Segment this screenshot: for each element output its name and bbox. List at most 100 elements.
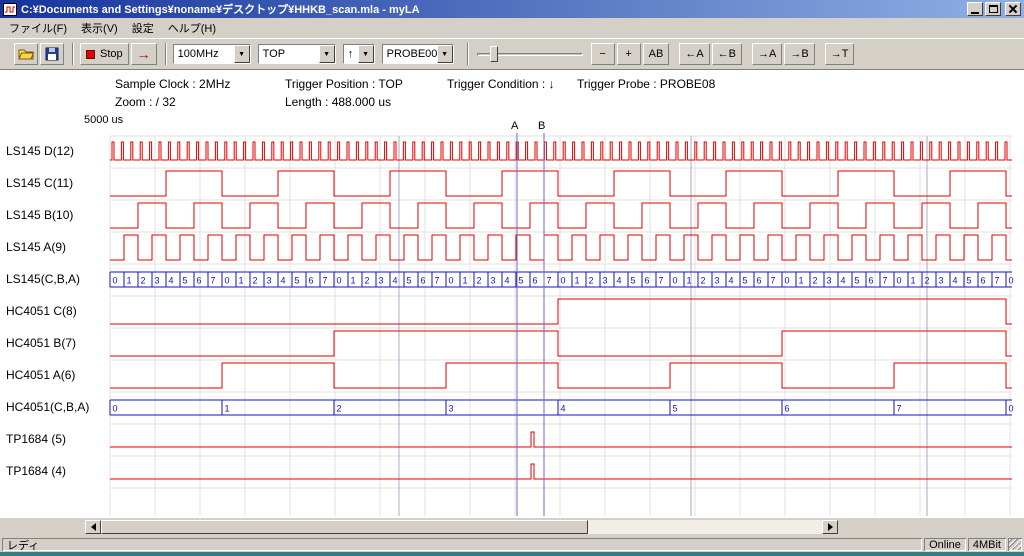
- ab-span-button[interactable]: AB: [643, 43, 670, 65]
- status-bar: レディ Online 4MBit: [0, 537, 1024, 552]
- status-message: レディ: [2, 538, 922, 551]
- bus-value: 6: [981, 276, 986, 286]
- channel-label: LS145 D(12): [6, 144, 74, 158]
- bus-value: 5: [673, 404, 678, 414]
- status-memory: 4MBit: [968, 538, 1006, 551]
- resize-grip[interactable]: [1008, 538, 1022, 551]
- cursor-a-left-button[interactable]: ←A: [679, 43, 709, 65]
- status-online: Online: [924, 538, 966, 551]
- bus-value: 3: [603, 276, 608, 286]
- trigger-edge-combo[interactable]: ↑ ▼: [343, 44, 375, 64]
- bus-value: 1: [575, 276, 580, 286]
- bus-value: 0: [113, 404, 118, 414]
- bus-value: 0: [561, 276, 566, 286]
- bus-value: 2: [813, 276, 818, 286]
- channel-label-column: LS145 D(12) LS145 C(11) LS145 B(10) LS145 A…: [0, 70, 107, 518]
- scrollbar-thumb[interactable]: [101, 520, 588, 534]
- run-button[interactable]: →: [131, 43, 157, 65]
- bus-value: 1: [463, 276, 468, 286]
- close-button[interactable]: [1005, 2, 1021, 16]
- chevron-down-icon[interactable]: ▼: [319, 45, 335, 63]
- cursor-a-label[interactable]: A: [511, 120, 518, 132]
- menu-settings[interactable]: 設定: [125, 18, 161, 38]
- title-bar[interactable]: C:¥Documents and Settings¥noname¥デスクトップ¥…: [0, 0, 1024, 18]
- bus-value: 4: [393, 276, 398, 286]
- bus-value: 4: [617, 276, 622, 286]
- bus-value: 2: [589, 276, 594, 286]
- bus-value: 6: [757, 276, 762, 286]
- trigger-probe-value: PROBE00: [383, 45, 437, 63]
- bus-value: 0: [225, 276, 230, 286]
- trigger-position-combo[interactable]: TOP ▼: [258, 44, 336, 64]
- zoom-in-button[interactable]: +: [617, 43, 641, 65]
- open-button[interactable]: [14, 43, 38, 65]
- menu-help[interactable]: ヘルプ(H): [161, 18, 223, 38]
- goto-trigger-button[interactable]: →T: [825, 43, 855, 65]
- channel-label: LS145 B(10): [6, 208, 73, 222]
- menu-bar: ファイル(F) 表示(V) 設定 ヘルプ(H): [0, 18, 1024, 38]
- cursor-a-right-button[interactable]: →A: [752, 43, 782, 65]
- sampling-rate-value: 100MHz: [174, 45, 234, 63]
- horizontal-scrollbar[interactable]: [85, 520, 838, 534]
- toolbar-separator: [467, 43, 469, 65]
- bus-value: 5: [407, 276, 412, 286]
- waveform-trace: [110, 142, 1012, 160]
- bus-value: 1: [687, 276, 692, 286]
- scroll-left-button[interactable]: [85, 520, 101, 534]
- bus-value: 3: [379, 276, 384, 286]
- bus-value: 0: [113, 276, 118, 286]
- stop-button[interactable]: Stop: [80, 43, 129, 65]
- cursor-b-left-button[interactable]: ←B: [712, 43, 742, 65]
- bus-value: 0: [673, 276, 678, 286]
- bus-value: 6: [869, 276, 874, 286]
- bus-value: 2: [337, 404, 342, 414]
- bus-value: 0: [1009, 276, 1014, 286]
- chevron-down-icon[interactable]: ▼: [358, 45, 374, 63]
- bus-value: 7: [883, 276, 888, 286]
- save-button[interactable]: [40, 43, 64, 65]
- bus-value: 6: [197, 276, 202, 286]
- maximize-button[interactable]: [985, 2, 1001, 16]
- chevron-down-icon[interactable]: ▼: [437, 45, 453, 63]
- stop-button-label: Stop: [100, 48, 123, 60]
- zoom-out-button[interactable]: −: [591, 43, 615, 65]
- menu-view[interactable]: 表示(V): [74, 18, 125, 38]
- minimize-button[interactable]: [967, 2, 983, 16]
- cursor-b-label[interactable]: B: [538, 120, 545, 132]
- bus-value: 7: [771, 276, 776, 286]
- bus-value: 2: [141, 276, 146, 286]
- minimize-icon: [971, 12, 979, 14]
- waveform-canvas[interactable]: 0123456701234567012345670123456701234567…: [0, 70, 1024, 518]
- length-text: Length : 488.000 us: [285, 95, 391, 109]
- channel-label: LS145 C(11): [6, 176, 73, 190]
- channel-label: HC4051 B(7): [6, 336, 76, 350]
- trigger-probe-combo[interactable]: PROBE00 ▼: [382, 44, 454, 64]
- bus-value: 3: [827, 276, 832, 286]
- sampling-rate-combo[interactable]: 100MHz ▼: [173, 44, 251, 64]
- sample-clock-text: Sample Clock : 2MHz: [115, 77, 230, 91]
- bus-value: 2: [365, 276, 370, 286]
- stop-icon: [86, 50, 95, 59]
- channel-label: LS145 A(9): [6, 240, 66, 254]
- zoom-slider[interactable]: [477, 44, 583, 64]
- bus-value: 4: [953, 276, 958, 286]
- menu-file[interactable]: ファイル(F): [2, 18, 74, 38]
- bus-value: 7: [323, 276, 328, 286]
- bus-value: 7: [547, 276, 552, 286]
- channel-label: HC4051 A(6): [6, 368, 75, 382]
- channel-label: LS145(C,B,A): [6, 272, 80, 286]
- chevron-down-icon[interactable]: ▼: [234, 45, 250, 63]
- cursor-b-right-button[interactable]: →B: [784, 43, 814, 65]
- zoom-slider-thumb[interactable]: [490, 46, 498, 62]
- trigger-condition-text: Trigger Condition : ↓: [447, 77, 555, 91]
- bus-value: 0: [1009, 404, 1014, 414]
- bus-value: 0: [897, 276, 902, 286]
- bus-value: 4: [841, 276, 846, 286]
- bus-value: 4: [281, 276, 286, 286]
- bus-value: 5: [295, 276, 300, 286]
- scroll-right-button[interactable]: [822, 520, 838, 534]
- floppy-icon: [45, 47, 59, 61]
- channel-label: HC4051 C(8): [6, 304, 77, 318]
- trigger-position-text: Trigger Position : TOP: [285, 77, 403, 91]
- channel-label: HC4051(C,B,A): [6, 400, 89, 414]
